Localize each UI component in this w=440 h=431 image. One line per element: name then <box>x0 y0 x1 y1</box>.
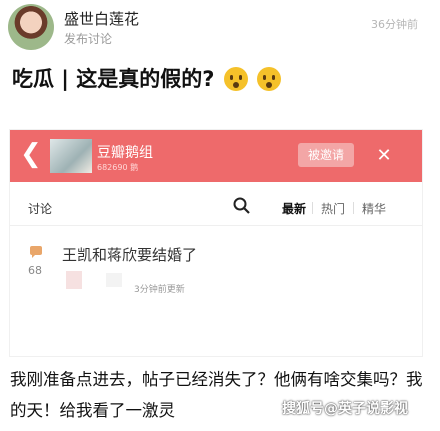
watermark-text: 搜狐号@英子说影视 <box>282 401 408 417</box>
section-label: 讨论 <box>28 202 53 216</box>
group-member-count: 682690 鹅 <box>97 163 139 172</box>
post-subtitle: 发布讨论 <box>64 32 113 46</box>
astonished-emoji-icon <box>257 67 282 91</box>
group-name: 豆瓣鹅组 <box>97 145 153 161</box>
author-name[interactable]: 盛世白莲花 <box>64 8 139 29</box>
invited-button[interactable]: 被邀请 <box>298 143 354 167</box>
blurred-username <box>106 273 122 287</box>
back-arrow-icon[interactable]: ❮ <box>20 139 42 169</box>
close-icon[interactable]: ✕ <box>374 146 394 166</box>
post-timestamp: 36分钟前 <box>371 18 418 31</box>
comment-count: 68 <box>28 264 42 277</box>
astonished-emoji-icon <box>223 67 248 91</box>
group-thumbnail <box>50 139 92 173</box>
divider <box>10 225 422 226</box>
tab-latest[interactable]: 最新 <box>282 200 306 217</box>
tab-featured[interactable]: 精华 <box>362 200 386 217</box>
comment-icon <box>30 246 42 258</box>
search-icon[interactable] <box>232 196 252 216</box>
blurred-avatar <box>66 271 82 289</box>
tab-separator <box>353 202 354 214</box>
author-avatar[interactable] <box>8 4 54 50</box>
thread-title[interactable]: 王凯和蒋欣要结婚了 <box>62 244 197 265</box>
post-title: 吃瓜 | 这是真的假的? <box>12 63 282 93</box>
thread-update-time: 3分钟前更新 <box>134 285 185 295</box>
tab-separator <box>312 202 313 214</box>
embedded-screenshot: ❮ 豆瓣鹅组 682690 鹅 被邀请 ✕ 讨论 最新 热门 精华 68 王凯和… <box>10 130 422 356</box>
post-title-text: 吃瓜 | 这是真的假的? <box>12 67 215 91</box>
tab-hot[interactable]: 热门 <box>321 200 345 217</box>
group-header: ❮ 豆瓣鹅组 682690 鹅 被邀请 ✕ <box>10 130 422 182</box>
